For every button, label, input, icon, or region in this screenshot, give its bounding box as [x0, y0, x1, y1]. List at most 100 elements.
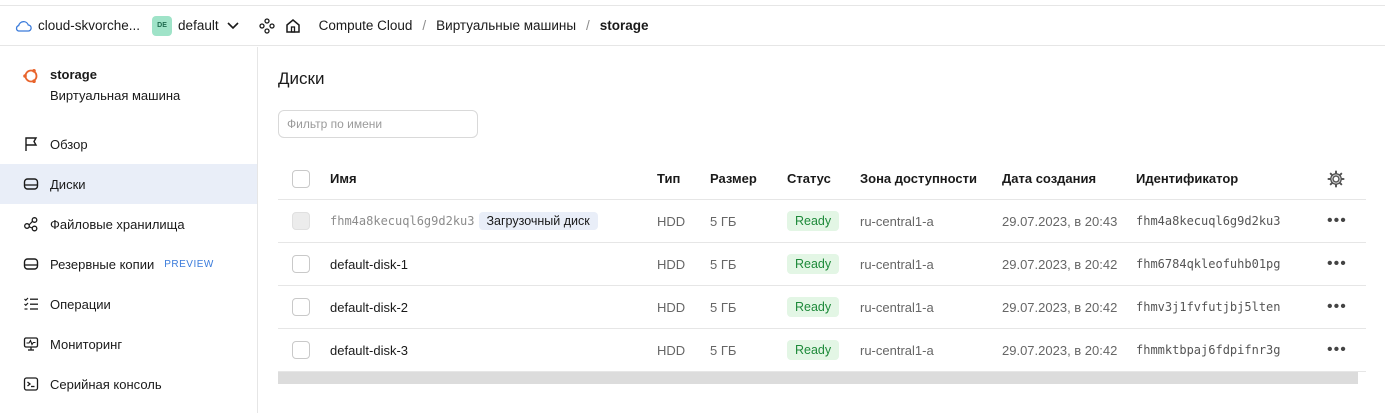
- disk-name-cell: fhm4a8kecuql6g9d2ku3 Загрузочный диск: [330, 200, 598, 242]
- availability-zone: ru-central1-a: [860, 213, 934, 229]
- column-header-created[interactable]: Дата создания: [1002, 158, 1096, 199]
- disk-size: 5 ГБ: [710, 256, 737, 272]
- sidebar: storage Виртуальная машина Обзор Диски Ф…: [0, 47, 258, 413]
- disk-type: HDD: [657, 342, 686, 358]
- disk-name[interactable]: default-disk-1: [330, 243, 408, 285]
- table-row[interactable]: fhm4a8kecuql6g9d2ku3 Загрузочный диск HD…: [278, 200, 1366, 243]
- disk-name[interactable]: default-disk-3: [330, 329, 408, 371]
- availability-zone: ru-central1-a: [860, 299, 934, 315]
- status-badge: Ready: [787, 211, 840, 231]
- row-checkbox[interactable]: [292, 255, 310, 273]
- table-header: Имя Тип Размер Статус Зона доступности Д…: [278, 158, 1366, 200]
- created-date: 29.07.2023, в 20:43: [1002, 213, 1118, 229]
- row-actions-menu-icon[interactable]: •••: [1327, 286, 1347, 328]
- vm-title: storage: [50, 67, 97, 82]
- chevron-down-icon[interactable]: [227, 20, 239, 32]
- status-badge: Ready: [787, 254, 840, 274]
- sidebar-item-serial-console[interactable]: Серийная консоль: [0, 364, 257, 404]
- created-date: 29.07.2023, в 20:42: [1002, 256, 1118, 272]
- column-header-zone[interactable]: Зона доступности: [860, 158, 977, 199]
- disk-name[interactable]: fhm4a8kecuql6g9d2ku3: [330, 214, 475, 228]
- page-title: Диски: [278, 69, 325, 88]
- vm-subtitle: Виртуальная машина: [50, 88, 181, 103]
- disk-type: HDD: [657, 213, 686, 229]
- sidebar-item-label: Диски: [50, 176, 86, 192]
- sidebar-item-backups[interactable]: Резервные копии PREVIEW: [0, 244, 257, 284]
- sidebar-item-label: Мониторинг: [50, 336, 123, 352]
- row-checkbox[interactable]: [292, 298, 310, 316]
- sidebar-item-label: Серийная консоль: [50, 376, 162, 392]
- status-cell: Ready: [787, 243, 840, 285]
- select-all-checkbox[interactable]: [292, 169, 310, 188]
- disk-id: fhmmktbpaj6fdpifnr3g: [1136, 343, 1281, 357]
- flag-icon: [22, 135, 40, 153]
- sidebar-item-overview[interactable]: Обзор: [0, 124, 257, 164]
- ubuntu-icon: [22, 67, 40, 85]
- vm-header: storage Виртуальная машина: [22, 67, 180, 103]
- availability-zone: ru-central1-a: [860, 342, 934, 358]
- column-header-size[interactable]: Размер: [710, 158, 757, 199]
- row-actions-menu-icon[interactable]: •••: [1327, 243, 1347, 285]
- row-actions-menu-icon[interactable]: •••: [1327, 200, 1347, 242]
- sidebar-item-operations[interactable]: Операции: [0, 284, 257, 324]
- table-row[interactable]: default-disk-2 HDD 5 ГБ Ready ru-central…: [278, 286, 1366, 329]
- status-cell: Ready: [787, 200, 840, 242]
- status-badge: Ready: [787, 297, 840, 317]
- column-header-status[interactable]: Статус: [787, 158, 831, 199]
- availability-zone: ru-central1-a: [860, 256, 934, 272]
- breadcrumb-separator: /: [422, 18, 427, 33]
- sidebar-item-file-storages[interactable]: Файловые хранилища: [0, 204, 257, 244]
- sidebar-item-monitoring[interactable]: Мониторинг: [0, 324, 257, 364]
- cloud-selector[interactable]: cloud-skvorche...: [38, 18, 140, 33]
- list-icon: [22, 295, 40, 313]
- row-actions-menu-icon[interactable]: •••: [1327, 329, 1347, 371]
- terminal-icon: [22, 375, 40, 393]
- column-header-id[interactable]: Идентификатор: [1136, 158, 1238, 199]
- disk-size: 5 ГБ: [710, 299, 737, 315]
- status-badge: Ready: [787, 340, 840, 360]
- home-icon[interactable]: [285, 18, 301, 34]
- sidebar-item-label: Обзор: [50, 136, 88, 152]
- row-checkbox[interactable]: [292, 341, 310, 359]
- breadcrumb-compute-cloud[interactable]: Compute Cloud: [319, 18, 413, 33]
- status-cell: Ready: [787, 329, 840, 371]
- disk-id: fhm4a8kecuql6g9d2ku3: [1136, 214, 1281, 228]
- boot-disk-badge: Загрузочный диск: [478, 212, 598, 230]
- folder-badge: DE: [152, 15, 173, 36]
- services-icon[interactable]: [258, 17, 275, 34]
- table-row[interactable]: default-disk-1 HDD 5 ГБ Ready ru-central…: [278, 243, 1366, 286]
- column-header-name[interactable]: Имя: [330, 158, 357, 199]
- sidebar-item-label: Файловые хранилища: [50, 216, 185, 232]
- monitor-icon: [22, 335, 40, 353]
- sidebar-item-label: Резервные копии: [50, 256, 155, 272]
- table-row[interactable]: default-disk-3 HDD 5 ГБ Ready ru-central…: [278, 329, 1366, 372]
- breadcrumb-separator: /: [586, 18, 590, 33]
- disk-size: 5 ГБ: [710, 213, 737, 229]
- created-date: 29.07.2023, в 20:42: [1002, 299, 1118, 315]
- sidebar-nav: Обзор Диски Файловые хранилища Резервные…: [0, 124, 257, 404]
- folder-selector[interactable]: default: [178, 18, 219, 33]
- disk-name[interactable]: default-disk-2: [330, 286, 408, 328]
- table-settings-gear-icon[interactable]: [1327, 158, 1345, 199]
- sidebar-item-disks[interactable]: Диски: [0, 164, 257, 204]
- breadcrumb-current: storage: [599, 18, 649, 33]
- row-checkbox: [292, 212, 310, 230]
- share-nodes-icon: [22, 215, 40, 233]
- disks-table: Имя Тип Размер Статус Зона доступности Д…: [278, 158, 1366, 372]
- disk-id: fhm6784qkleofuhb01pg: [1136, 257, 1281, 271]
- backup-disk-icon: [22, 255, 40, 273]
- disk-type: HDD: [657, 256, 686, 272]
- sidebar-item-label: Операции: [50, 296, 111, 312]
- cloud-icon: [14, 19, 32, 33]
- disk-icon: [22, 175, 40, 193]
- created-date: 29.07.2023, в 20:42: [1002, 342, 1118, 358]
- top-bar: cloud-skvorche... DE default Compute Clo…: [0, 5, 1385, 46]
- horizontal-scrollbar[interactable]: [278, 372, 1358, 384]
- preview-badge: PREVIEW: [164, 258, 214, 270]
- breadcrumb-virtual-machines[interactable]: Виртуальные машины: [436, 18, 576, 33]
- name-filter-input[interactable]: [278, 110, 478, 138]
- status-cell: Ready: [787, 286, 840, 328]
- column-header-type[interactable]: Тип: [657, 158, 680, 199]
- disk-size: 5 ГБ: [710, 342, 737, 358]
- disk-type: HDD: [657, 299, 686, 315]
